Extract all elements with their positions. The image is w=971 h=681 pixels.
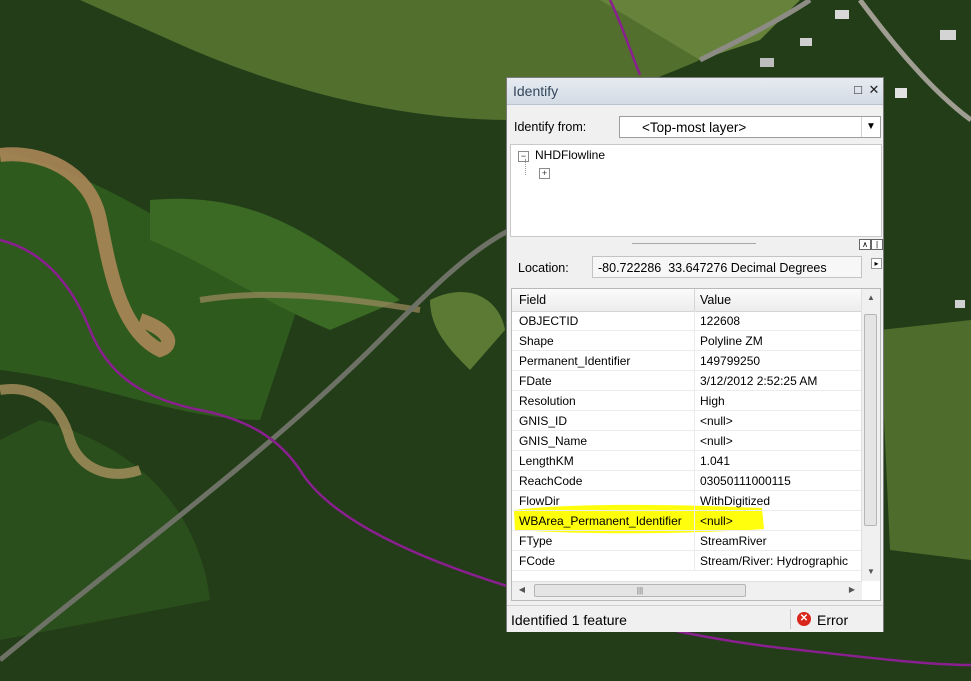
horizontal-scroll-thumb[interactable]: ||| — [534, 584, 746, 597]
location-value: -80.722286 33.647276 Decimal Degrees — [598, 261, 827, 275]
split-toggle-icon[interactable]: | — [871, 239, 883, 250]
field-name: FlowDir — [519, 494, 560, 508]
field-value: 149799250 — [700, 354, 761, 368]
scroll-left-icon[interactable]: ◀ — [515, 583, 529, 597]
cell-divider — [694, 351, 695, 371]
identify-from-label: Identify from: — [514, 120, 587, 134]
table-row[interactable]: GNIS_ID <null> — [512, 411, 862, 431]
field-name: OBJECTID — [519, 314, 579, 328]
field-name: GNIS_Name — [519, 434, 588, 448]
identify-window: Identify □ ✕ Identify from: <Top-most la… — [506, 77, 884, 632]
window-title: Identify — [513, 83, 559, 99]
table-row[interactable]: FCode Stream/River: Hydrographic — [512, 551, 862, 571]
collapse-icon[interactable]: − — [518, 151, 529, 162]
pane-splitter[interactable]: ∧ | — [510, 238, 883, 250]
field-value: <null> — [700, 414, 733, 428]
table-row[interactable]: WBArea_Permanent_Identifier <null> — [512, 511, 862, 531]
scroll-down-icon[interactable]: ▼ — [864, 565, 878, 579]
table-row[interactable]: GNIS_Name <null> — [512, 431, 862, 451]
field-value: <null> — [700, 514, 733, 528]
location-options-icon[interactable]: ▸ — [871, 258, 882, 269]
field-value: Stream/River: Hydrographic — [700, 554, 849, 568]
field-value: 03050111000115 — [700, 474, 791, 488]
cell-divider — [694, 371, 695, 391]
field-name: WBArea_Permanent_Identifier — [519, 514, 682, 528]
table-row[interactable]: Shape Polyline ZM — [512, 331, 862, 351]
field-value: 3/12/2012 2:52:25 AM — [700, 374, 818, 388]
field-name: LengthKM — [519, 454, 574, 468]
scroll-up-icon[interactable]: ▲ — [864, 291, 878, 305]
field-value: StreamRiver — [700, 534, 767, 548]
collapse-up-icon[interactable]: ∧ — [859, 239, 871, 250]
table-row[interactable]: OBJECTID 122608 — [512, 311, 862, 331]
cell-divider — [694, 551, 695, 571]
cell-divider — [694, 391, 695, 411]
status-bar: Identified 1 feature ✕ Error — [507, 605, 883, 632]
cell-divider — [694, 511, 695, 531]
horizontal-scrollbar[interactable]: ◀ ||| ▶ — [512, 581, 862, 600]
location-field[interactable]: -80.722286 33.647276 Decimal Degrees — [592, 256, 862, 278]
identify-from-value: <Top-most layer> — [642, 120, 747, 135]
field-name: Resolution — [519, 394, 576, 408]
expand-icon[interactable]: + — [539, 168, 550, 179]
vertical-scroll-thumb[interactable] — [864, 314, 877, 526]
table-row[interactable]: ReachCode 03050111000115 — [512, 471, 862, 491]
cell-divider — [694, 451, 695, 471]
cell-divider — [694, 411, 695, 431]
field-value: 1.041 — [700, 454, 731, 468]
field-name: FCode — [519, 554, 556, 568]
cell-divider — [694, 471, 695, 491]
cell-divider — [694, 491, 695, 511]
field-value: WithDigitized — [700, 494, 771, 508]
field-name: Shape — [519, 334, 554, 348]
field-value: 122608 — [700, 314, 741, 328]
table-row[interactable]: FDate 3/12/2012 2:52:25 AM — [512, 371, 862, 391]
field-name: Permanent_Identifier — [519, 354, 631, 368]
scroll-right-icon[interactable]: ▶ — [845, 583, 859, 597]
maximize-icon[interactable]: □ — [851, 83, 865, 97]
status-text: Identified 1 feature — [511, 612, 627, 628]
field-value: Polyline ZM — [700, 334, 763, 348]
cell-divider — [694, 431, 695, 451]
chevron-down-icon[interactable]: ▼ — [861, 117, 880, 137]
title-bar[interactable]: Identify □ ✕ — [507, 78, 883, 105]
field-name: FType — [519, 534, 553, 548]
table-row[interactable]: FlowDir WithDigitized — [512, 491, 862, 511]
field-value: <null> — [700, 434, 733, 448]
cell-divider — [694, 531, 695, 551]
error-label[interactable]: Error — [817, 612, 848, 628]
error-icon[interactable]: ✕ — [797, 612, 811, 626]
close-icon[interactable]: ✕ — [867, 83, 881, 97]
identify-from-dropdown[interactable]: <Top-most layer> ▼ — [619, 116, 881, 138]
status-divider — [790, 609, 791, 629]
tree-connector — [525, 159, 527, 175]
table-row[interactable]: Permanent_Identifier 149799250 — [512, 351, 862, 371]
tree-layer-nhdflowline[interactable]: NHDFlowline — [535, 148, 605, 162]
field-name: GNIS_ID — [519, 414, 568, 428]
splitter-grip — [632, 243, 756, 244]
cell-divider — [694, 311, 695, 331]
field-name: ReachCode — [519, 474, 583, 488]
field-name: FDate — [519, 374, 552, 388]
table-row[interactable]: Resolution High — [512, 391, 862, 411]
vertical-scrollbar[interactable]: ▲ ▼ — [861, 289, 880, 581]
field-value: High — [700, 394, 725, 408]
table-row[interactable]: LengthKM 1.041 — [512, 451, 862, 471]
table-row[interactable]: FType StreamRiver — [512, 531, 862, 551]
results-tree: − NHDFlowline + — [510, 144, 882, 237]
cell-divider — [694, 331, 695, 351]
location-label: Location: — [518, 261, 569, 275]
row-divider — [512, 570, 862, 571]
attribute-grid: Field Value OBJECTID 122608 Shape Polyli… — [511, 288, 881, 601]
